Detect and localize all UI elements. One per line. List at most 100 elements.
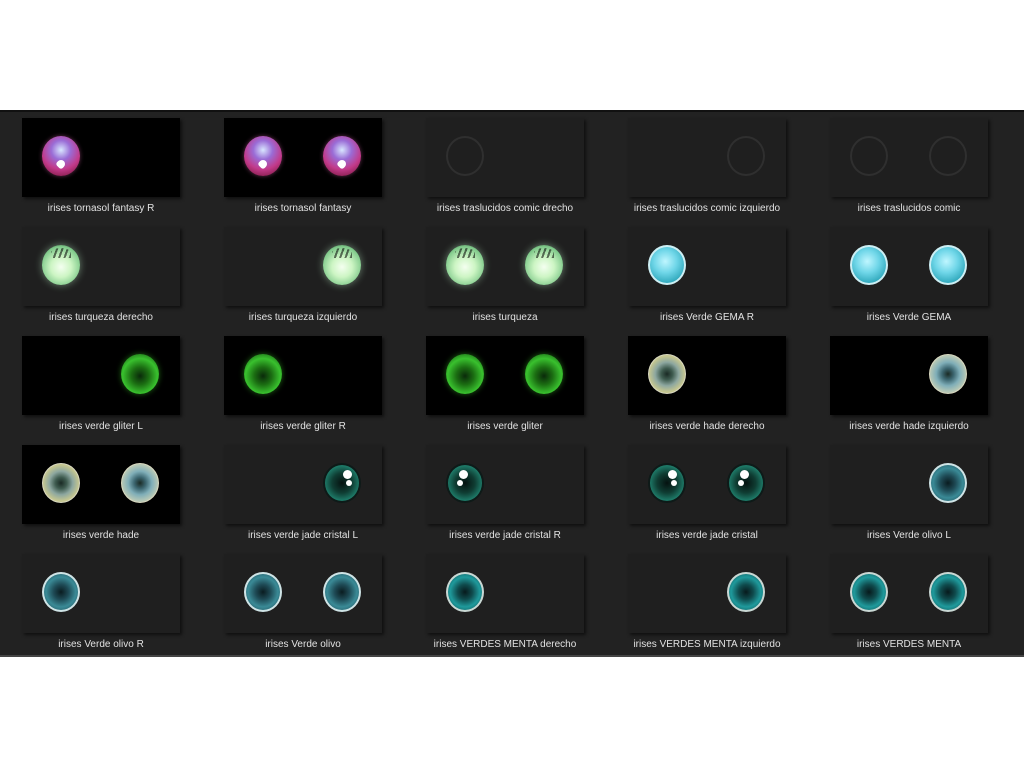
iris-preview-icon <box>323 136 361 176</box>
thumbnail <box>224 445 382 524</box>
asset-label: irises VERDES MENTA derecho <box>433 639 577 650</box>
iris-preview-icon <box>446 245 484 285</box>
asset-label: irises Verde GEMA R <box>660 312 754 323</box>
asset-tile[interactable]: irises verde hade <box>22 445 180 545</box>
asset-label: irises verde gliter L <box>59 421 143 432</box>
asset-tile[interactable]: irises verde hade izquierdo <box>830 336 988 436</box>
asset-label: irises turqueza derecho <box>49 312 153 323</box>
iris-preview-icon <box>727 572 765 612</box>
iris-preview-icon <box>42 136 80 176</box>
asset-label: irises Verde olivo R <box>58 639 144 650</box>
asset-label: irises verde jade cristal <box>656 530 758 541</box>
asset-tile[interactable]: irises turqueza derecho <box>22 227 180 327</box>
iris-preview-icon <box>929 463 967 503</box>
iris-preview-icon <box>727 463 765 503</box>
asset-tile[interactable]: irises traslucidos comic drecho <box>426 118 584 218</box>
thumbnail <box>22 227 180 306</box>
asset-tile[interactable]: irises tornasol fantasy <box>224 118 382 218</box>
iris-preview-icon <box>244 354 282 394</box>
thumbnail <box>224 118 382 197</box>
asset-label: irises turqueza izquierdo <box>248 312 358 323</box>
asset-label: irises verde jade cristal R <box>449 530 561 541</box>
thumbnail <box>22 118 180 197</box>
asset-label: irises Verde GEMA <box>866 312 952 323</box>
iris-preview-icon <box>446 463 484 503</box>
asset-tile[interactable]: irises VERDES MENTA izquierdo <box>628 554 786 654</box>
iris-preview-icon <box>525 245 563 285</box>
asset-label: irises verde hade derecho <box>649 421 765 432</box>
iris-preview-icon <box>850 136 888 176</box>
asset-tile[interactable]: irises Verde olivo <box>224 554 382 654</box>
asset-tile[interactable]: irises VERDES MENTA <box>830 554 988 654</box>
iris-preview-icon <box>244 136 282 176</box>
iris-preview-icon <box>929 572 967 612</box>
thumbnail <box>628 227 786 306</box>
asset-tile[interactable]: irises verde gliter L <box>22 336 180 436</box>
iris-preview-icon <box>929 245 967 285</box>
iris-preview-icon <box>323 572 361 612</box>
iris-preview-icon <box>648 463 686 503</box>
thumbnail <box>628 554 786 633</box>
asset-label: irises turqueza <box>472 312 538 323</box>
thumbnail <box>426 227 584 306</box>
asset-label: irises tornasol fantasy R <box>47 203 155 214</box>
iris-preview-icon <box>323 463 361 503</box>
iris-preview-icon <box>446 136 484 176</box>
asset-tile[interactable]: irises verde hade derecho <box>628 336 786 436</box>
thumbnail <box>628 118 786 197</box>
asset-label: irises verde hade izquierdo <box>849 421 969 432</box>
thumbnail <box>426 118 584 197</box>
asset-tile[interactable]: irises verde jade cristal <box>628 445 786 545</box>
asset-tile[interactable]: irises Verde GEMA <box>830 227 988 327</box>
iris-preview-icon <box>446 354 484 394</box>
asset-label: irises traslucidos comic drecho <box>436 203 574 214</box>
thumbnail <box>830 445 988 524</box>
asset-label: irises traslucidos comic <box>857 203 961 214</box>
iris-preview-icon <box>929 136 967 176</box>
iris-preview-icon <box>648 245 686 285</box>
asset-tile[interactable]: irises Verde GEMA R <box>628 227 786 327</box>
asset-tile[interactable]: irises VERDES MENTA derecho <box>426 554 584 654</box>
asset-tile[interactable]: irises traslucidos comic izquierdo <box>628 118 786 218</box>
asset-tile[interactable]: irises turqueza <box>426 227 584 327</box>
iris-preview-icon <box>42 463 80 503</box>
iris-preview-icon <box>446 572 484 612</box>
thumbnail <box>830 336 988 415</box>
asset-label: irises Verde olivo <box>265 639 341 650</box>
iris-preview-icon <box>525 354 563 394</box>
asset-tile[interactable]: irises turqueza izquierdo <box>224 227 382 327</box>
asset-tile[interactable]: irises verde jade cristal L <box>224 445 382 545</box>
iris-preview-icon <box>929 354 967 394</box>
asset-tile[interactable]: irises verde jade cristal R <box>426 445 584 545</box>
iris-preview-icon <box>648 354 686 394</box>
iris-preview-icon <box>121 354 159 394</box>
iris-preview-icon <box>850 572 888 612</box>
asset-tile[interactable]: irises Verde olivo R <box>22 554 180 654</box>
asset-label: irises verde jade cristal L <box>247 530 359 541</box>
thumbnail <box>830 227 988 306</box>
iris-preview-icon <box>727 136 765 176</box>
asset-label: irises VERDES MENTA izquierdo <box>633 639 781 650</box>
asset-label: irises tornasol fantasy <box>254 203 352 214</box>
thumbnail <box>426 445 584 524</box>
thumbnail <box>22 554 180 633</box>
asset-tile[interactable]: irises Verde olivo L <box>830 445 988 545</box>
thumbnail <box>22 445 180 524</box>
thumbnail <box>426 336 584 415</box>
asset-label: irises Verde olivo L <box>867 530 951 541</box>
thumbnail <box>426 554 584 633</box>
asset-label: irises traslucidos comic izquierdo <box>633 203 781 214</box>
asset-tile[interactable]: irises traslucidos comic <box>830 118 988 218</box>
asset-label: irises verde gliter R <box>260 421 346 432</box>
iris-preview-icon <box>323 245 361 285</box>
thumbnail <box>224 554 382 633</box>
iris-preview-icon <box>42 245 80 285</box>
asset-tile[interactable]: irises verde gliter <box>426 336 584 436</box>
asset-tile[interactable]: irises tornasol fantasy R <box>22 118 180 218</box>
iris-preview-icon <box>850 245 888 285</box>
asset-label: irises VERDES MENTA <box>856 639 962 650</box>
asset-browser: irises tornasol fantasy R irises tornaso… <box>0 110 1024 657</box>
asset-tile[interactable]: irises verde gliter R <box>224 336 382 436</box>
asset-label: irises verde hade <box>62 530 140 541</box>
iris-preview-icon <box>244 572 282 612</box>
